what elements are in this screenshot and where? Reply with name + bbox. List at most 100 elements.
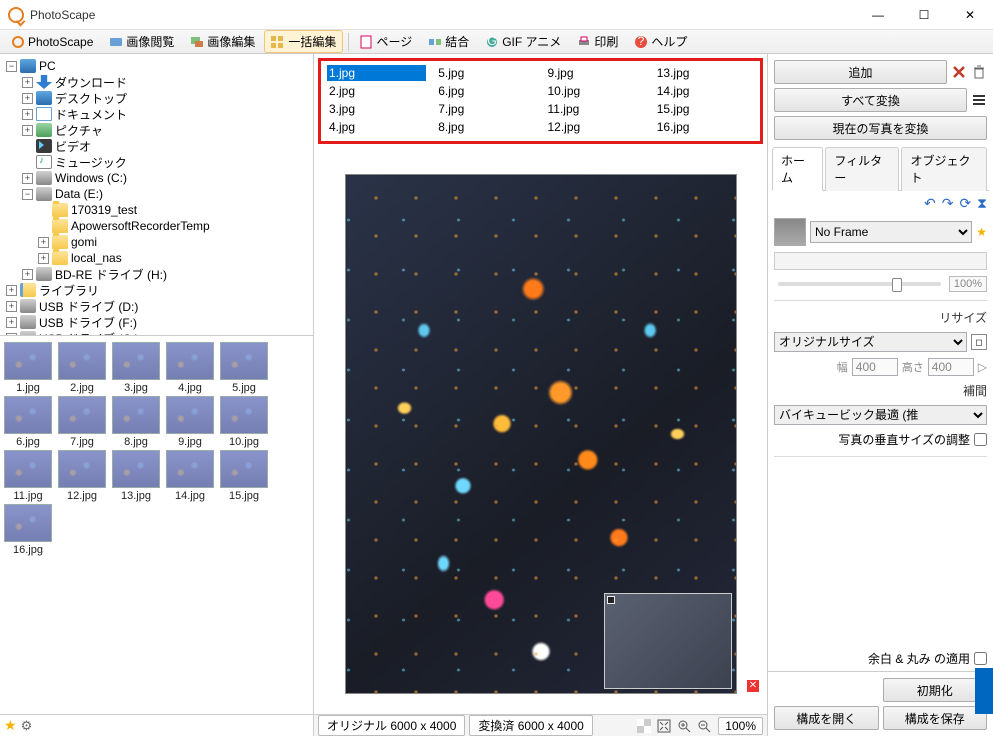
expander-icon[interactable]: +	[6, 317, 17, 328]
tree-item-library[interactable]: ライブラリ	[39, 282, 99, 299]
tree-item-usb-f[interactable]: USB ドライブ (F:)	[39, 314, 137, 331]
thumbnail-grid[interactable]: 1.jpg2.jpg3.jpg4.jpg5.jpg6.jpg7.jpg8.jpg…	[0, 336, 313, 714]
list-icon[interactable]	[971, 92, 987, 108]
tree-item-folder[interactable]: gomi	[71, 235, 97, 249]
file-list-item[interactable]: 12.jpg	[546, 119, 645, 135]
thumbnail-item[interactable]: 2.jpg	[58, 342, 106, 394]
tree-item-folder[interactable]: ApowersoftRecorderTemp	[71, 219, 210, 233]
favorite-frame-icon[interactable]: ★	[976, 225, 987, 239]
tree-item-pc[interactable]: PC	[39, 59, 56, 73]
tree-item-videos[interactable]: ビデオ	[55, 138, 91, 155]
zoom-out-icon[interactable]	[695, 718, 713, 733]
tab-photoscape[interactable]: PhotoScape	[4, 32, 100, 52]
file-list-item[interactable]: 6.jpg	[436, 83, 535, 99]
preview-close-icon[interactable]: ✕	[747, 680, 759, 692]
side-tab-handle[interactable]	[975, 668, 993, 714]
file-list-item[interactable]: 1.jpg	[327, 65, 426, 81]
tree-item-folder[interactable]: local_nas	[71, 251, 122, 265]
preview-minimap[interactable]	[604, 593, 732, 689]
interp-dropdown[interactable]: バイキュービック最適 (推	[774, 405, 987, 425]
tree-item-music[interactable]: ミュージック	[55, 154, 127, 171]
convert-current-button[interactable]: 現在の写真を変換	[774, 116, 987, 140]
refresh-icon[interactable]: ⟳	[959, 195, 971, 212]
expander-icon[interactable]: +	[6, 301, 17, 312]
tab-editor[interactable]: 画像編集	[183, 30, 262, 53]
tab-home[interactable]: ホーム	[772, 147, 823, 191]
expander-icon[interactable]: +	[22, 77, 33, 88]
expander-icon[interactable]: +	[22, 173, 33, 184]
fit-icon[interactable]	[655, 718, 673, 733]
favorite-icon[interactable]: ★	[4, 717, 17, 734]
expander-icon[interactable]: +	[6, 333, 17, 337]
width-input[interactable]	[852, 358, 898, 376]
thumbnail-item[interactable]: 3.jpg	[112, 342, 160, 394]
tab-page[interactable]: ページ	[352, 30, 419, 53]
tree-item-downloads[interactable]: ダウンロード	[55, 74, 127, 91]
lock-aspect-icon[interactable]: ◻	[971, 334, 987, 350]
file-list-item[interactable]: 15.jpg	[655, 101, 754, 117]
file-list-item[interactable]: 7.jpg	[436, 101, 535, 117]
remove-icon[interactable]	[951, 64, 967, 80]
file-list-item[interactable]: 4.jpg	[327, 119, 426, 135]
tab-help[interactable]: ?ヘルプ	[627, 30, 694, 53]
file-list-item[interactable]: 16.jpg	[655, 119, 754, 135]
redo-icon[interactable]: ↷	[942, 195, 954, 212]
open-config-button[interactable]: 構成を開く	[774, 706, 879, 730]
undo-icon[interactable]: ↶	[924, 195, 936, 212]
height-input[interactable]	[928, 358, 974, 376]
tab-gif[interactable]: GGIF アニメ	[478, 30, 568, 53]
minimap-handle[interactable]	[607, 596, 615, 604]
expander-icon[interactable]: +	[22, 109, 33, 120]
tab-combine[interactable]: 結合	[421, 30, 476, 53]
file-list-item[interactable]: 8.jpg	[436, 119, 535, 135]
expander-icon[interactable]: +	[38, 237, 49, 248]
save-config-button[interactable]: 構成を保存	[883, 706, 988, 730]
expander-icon[interactable]: +	[22, 125, 33, 136]
thumbnail-item[interactable]: 11.jpg	[4, 450, 52, 502]
expander-icon[interactable]: −	[22, 189, 33, 200]
thumbnail-item[interactable]: 1.jpg	[4, 342, 52, 394]
file-list-item[interactable]: 3.jpg	[327, 101, 426, 117]
tree-item-desktop[interactable]: デスクトップ	[55, 90, 127, 107]
thumbnail-item[interactable]: 6.jpg	[4, 396, 52, 448]
file-list-item[interactable]: 10.jpg	[546, 83, 645, 99]
zoom-in-icon[interactable]	[675, 718, 693, 733]
thumbnail-item[interactable]: 4.jpg	[166, 342, 214, 394]
settings-icon[interactable]: ⚙	[21, 718, 33, 734]
close-button[interactable]: ✕	[947, 0, 993, 30]
thumbnail-item[interactable]: 16.jpg	[4, 504, 52, 556]
minimize-button[interactable]: —	[855, 0, 901, 30]
tree-item-documents[interactable]: ドキュメント	[55, 106, 127, 123]
file-list-item[interactable]: 13.jpg	[655, 65, 754, 81]
thumbnail-item[interactable]: 8.jpg	[112, 396, 160, 448]
thumbnail-item[interactable]: 14.jpg	[166, 450, 214, 502]
tab-batch[interactable]: 一括編集	[264, 30, 343, 53]
expander-icon[interactable]: +	[38, 253, 49, 264]
zoom-slider[interactable]	[778, 282, 941, 286]
thumbnail-item[interactable]: 9.jpg	[166, 396, 214, 448]
expander-icon[interactable]: +	[22, 269, 33, 280]
folder-tree[interactable]: − PC + ダウンロード + デスクトップ + ドキュメント + ピクチャ ビデオ ミュ…	[0, 54, 313, 336]
hourglass-icon[interactable]: ⧗	[977, 195, 987, 212]
tab-print[interactable]: 印刷	[570, 30, 625, 53]
tree-item-folder[interactable]: 170319_test	[71, 203, 137, 217]
frame-dropdown[interactable]: No Frame	[810, 221, 972, 243]
tree-item-data-e[interactable]: Data (E:)	[55, 187, 103, 201]
thumbnail-item[interactable]: 13.jpg	[112, 450, 160, 502]
tree-item-windows-c[interactable]: Windows (C:)	[55, 171, 127, 185]
file-list-item[interactable]: 9.jpg	[546, 65, 645, 81]
file-list-item[interactable]: 11.jpg	[546, 101, 645, 117]
tree-item-usb-g[interactable]: USB ドライブ (G:)	[39, 330, 139, 337]
tree-item-bdre[interactable]: BD-RE ドライブ (H:)	[55, 266, 167, 283]
tree-item-usb-d[interactable]: USB ドライブ (D:)	[39, 298, 138, 315]
tree-item-pictures[interactable]: ピクチャ	[55, 122, 103, 139]
tab-object[interactable]: オブジェクト	[901, 147, 987, 191]
thumbnail-item[interactable]: 15.jpg	[220, 450, 268, 502]
dimension-more-icon[interactable]: ▷	[978, 360, 987, 374]
add-button[interactable]: 追加	[774, 60, 947, 84]
margin-round-checkbox[interactable]	[974, 652, 987, 665]
thumbnail-item[interactable]: 12.jpg	[58, 450, 106, 502]
expander-icon[interactable]: +	[22, 93, 33, 104]
frame-strip[interactable]	[774, 252, 987, 270]
thumbnail-item[interactable]: 5.jpg	[220, 342, 268, 394]
